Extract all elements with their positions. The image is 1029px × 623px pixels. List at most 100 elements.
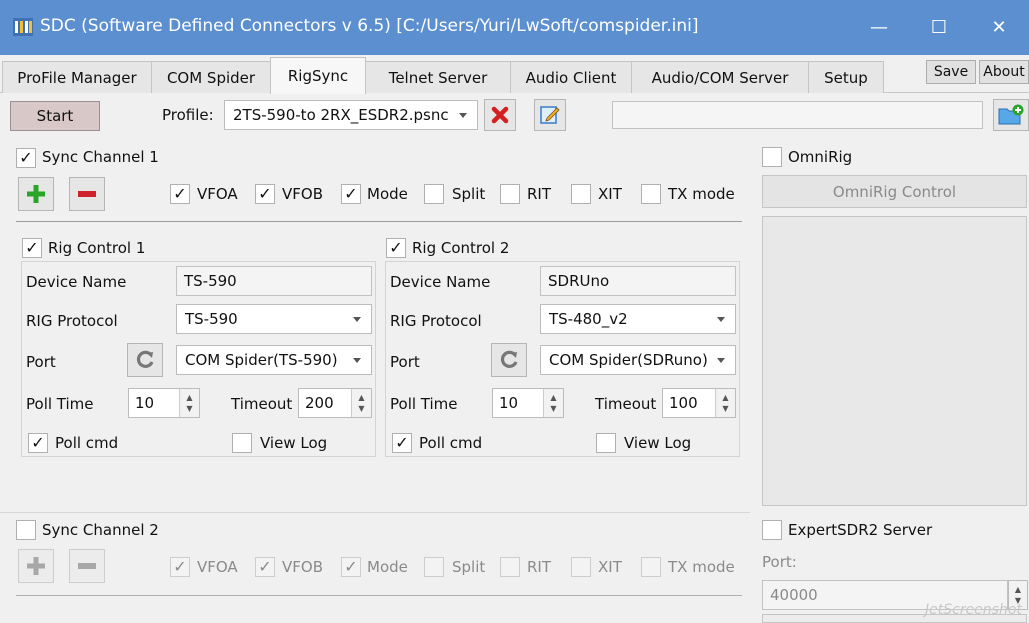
sync2-txmode-checkbox[interactable] xyxy=(641,557,661,577)
save-button[interactable]: Save xyxy=(926,60,976,84)
sync1-split-label: Split xyxy=(452,185,486,203)
view-log-checkbox[interactable] xyxy=(596,433,616,453)
tab-label: COM Spider xyxy=(166,68,256,87)
add-sync-button[interactable] xyxy=(18,177,54,211)
open-folder-button[interactable] xyxy=(993,99,1029,131)
chevron-down-icon xyxy=(717,317,725,322)
watermark: JetScreenshot xyxy=(925,602,1022,618)
minimize-button[interactable]: — xyxy=(849,0,909,55)
sync1-split-checkbox[interactable] xyxy=(424,184,444,204)
start-button[interactable]: Start xyxy=(10,101,100,131)
sync-channel-1-label: Sync Channel 1 xyxy=(42,148,159,166)
spin-arrows-icon[interactable]: ▲ ▼ xyxy=(179,389,199,417)
sync2-vfob-checkbox[interactable]: ✓ xyxy=(255,557,275,577)
rig-control-2-checkbox[interactable]: ✓ xyxy=(386,238,406,258)
tab-telnet-server[interactable]: Telnet Server xyxy=(365,61,511,93)
sync2-rit-checkbox[interactable] xyxy=(500,557,520,577)
sync1-mode-label: Mode xyxy=(367,185,408,203)
remove-sync-button[interactable] xyxy=(69,177,105,211)
device-name-field[interactable]: SDRUno xyxy=(540,266,736,296)
sync2-vfoa-checkbox[interactable]: ✓ xyxy=(170,557,190,577)
poll-time-value: 10 xyxy=(499,394,519,412)
sync1-txmode-checkbox[interactable] xyxy=(641,184,661,204)
omnirig-checkbox[interactable] xyxy=(762,147,782,167)
sync2-mode-label: Mode xyxy=(367,558,408,576)
maximize-button[interactable]: ☐ xyxy=(909,0,969,55)
device-name-field[interactable]: TS-590 xyxy=(176,266,372,296)
section-divider xyxy=(0,512,750,513)
minimize-icon: — xyxy=(870,17,888,38)
sync1-mode-checkbox[interactable]: ✓ xyxy=(341,184,361,204)
timeout-spinbox[interactable]: 100 ▲ ▼ xyxy=(662,388,736,418)
rig-control-1-title: Rig Control 1 xyxy=(48,239,146,257)
sync2-xit-checkbox[interactable] xyxy=(571,557,591,577)
refresh-port-button[interactable] xyxy=(127,343,163,377)
profile-select[interactable]: 2TS-590-to 2RX_ESDR2.psnc xyxy=(224,100,478,130)
tab-rigsync[interactable]: RigSync xyxy=(270,57,366,94)
sync2-rit-label: RIT xyxy=(527,558,552,576)
sync-channel-2-checkbox[interactable] xyxy=(16,520,36,540)
poll-cmd-label: Poll cmd xyxy=(55,434,119,452)
sync1-vfoa-label: VFOA xyxy=(197,185,238,203)
sync1-rit-checkbox[interactable] xyxy=(500,184,520,204)
tab-setup[interactable]: Setup xyxy=(808,61,884,93)
rig-protocol-select[interactable]: TS-480_v2 xyxy=(540,304,736,334)
omnirig-control-button[interactable]: OmniRig Control xyxy=(762,175,1027,208)
port-select[interactable]: COM Spider(SDRuno) xyxy=(540,345,736,375)
sync2-vfoa-label: VFOA xyxy=(197,558,238,576)
tab-audio-com-server[interactable]: Audio/COM Server xyxy=(631,61,809,93)
spin-arrows-icon[interactable]: ▲ ▼ xyxy=(351,389,371,417)
view-log-label: View Log xyxy=(260,434,328,452)
about-button[interactable]: About xyxy=(979,60,1029,84)
spin-arrows-icon[interactable]: ▲ ▼ xyxy=(543,389,563,417)
timeout-spinbox[interactable]: 200 ▲ ▼ xyxy=(298,388,372,418)
profile-label: Profile: xyxy=(162,106,214,124)
rig-protocol-select[interactable]: TS-590 xyxy=(176,304,372,334)
sync2-mode-checkbox[interactable]: ✓ xyxy=(341,557,361,577)
spin-arrows-icon[interactable]: ▲ ▼ xyxy=(715,389,735,417)
remove-sync-2-button[interactable] xyxy=(69,549,105,583)
sync1-vfoa-checkbox[interactable]: ✓ xyxy=(170,184,190,204)
add-sync-2-button[interactable] xyxy=(18,549,54,583)
rig-protocol-label: RIG Protocol xyxy=(26,312,118,330)
tab-profile-manager[interactable]: ProFile Manager xyxy=(2,61,152,93)
sync1-rit-label: RIT xyxy=(527,185,552,203)
delete-x-icon xyxy=(491,106,509,124)
tab-audio-client[interactable]: Audio Client xyxy=(510,61,632,93)
rig-control-1-checkbox[interactable]: ✓ xyxy=(22,238,42,258)
refresh-icon xyxy=(500,350,518,368)
sync1-vfob-checkbox[interactable]: ✓ xyxy=(255,184,275,204)
refresh-port-button[interactable] xyxy=(491,343,527,377)
poll-time-spinbox[interactable]: 10 ▲ ▼ xyxy=(128,388,200,418)
poll-cmd-checkbox[interactable]: ✓ xyxy=(392,433,412,453)
sync2-split-checkbox[interactable] xyxy=(424,557,444,577)
tab-com-spider[interactable]: COM Spider xyxy=(151,61,271,93)
port-value: COM Spider(TS-590) xyxy=(185,351,338,369)
poll-time-spinbox[interactable]: 10 ▲ ▼ xyxy=(492,388,564,418)
poll-cmd-checkbox[interactable]: ✓ xyxy=(28,433,48,453)
minus-icon xyxy=(78,191,96,197)
tab-label: Audio Client xyxy=(525,68,617,87)
chevron-down-icon xyxy=(353,317,361,322)
path-field[interactable] xyxy=(612,101,983,129)
profile-value: 2TS-590-to 2RX_ESDR2.psnc xyxy=(233,106,449,124)
device-name-label: Device Name xyxy=(390,273,491,291)
omnirig-label: OmniRig xyxy=(788,148,853,166)
sync1-xit-checkbox[interactable] xyxy=(571,184,591,204)
sync-channel-1-checkbox[interactable]: ✓ xyxy=(16,148,36,168)
poll-time-value: 10 xyxy=(135,394,155,412)
expertsdr-checkbox[interactable] xyxy=(762,520,782,540)
tab-label: ProFile Manager xyxy=(17,68,137,87)
timeout-label: Timeout xyxy=(231,395,293,413)
port-select[interactable]: COM Spider(TS-590) xyxy=(176,345,372,375)
view-log-checkbox[interactable] xyxy=(232,433,252,453)
app-icon xyxy=(13,18,33,36)
edit-profile-button[interactable] xyxy=(534,99,566,131)
rig-protocol-value: TS-590 xyxy=(185,310,238,328)
sync2-txmode-label: TX mode xyxy=(668,558,735,576)
sync2-split-label: Split xyxy=(452,558,486,576)
minus-icon xyxy=(78,563,96,569)
close-button[interactable]: ✕ xyxy=(969,0,1029,55)
delete-profile-button[interactable] xyxy=(484,99,516,131)
refresh-icon xyxy=(136,350,154,368)
